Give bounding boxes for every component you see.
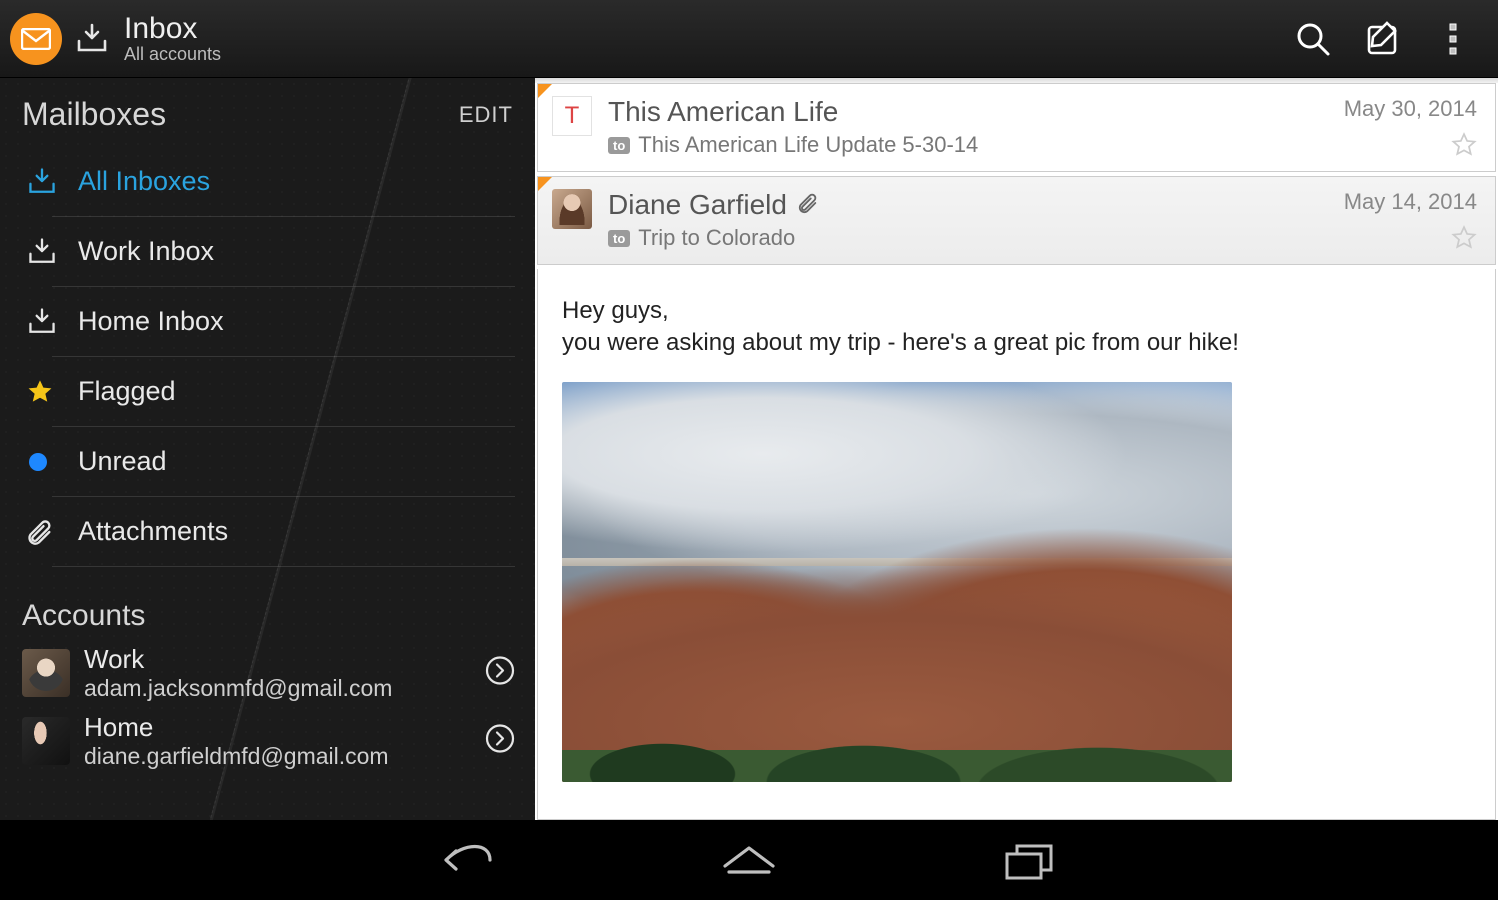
sidebar-item-home-inbox[interactable]: Home Inbox: [52, 287, 515, 357]
star-icon: [26, 378, 66, 406]
dot-icon: [26, 450, 66, 474]
attachment-icon: [797, 189, 819, 221]
message-subject: This American Life Update 5-30-14: [638, 132, 978, 158]
inbox-download-icon: [26, 236, 66, 268]
star-toggle[interactable]: [1451, 132, 1477, 163]
sidebar-item-label: Home Inbox: [78, 306, 224, 337]
account-name: Work: [84, 645, 392, 675]
account-email: diane.garfieldmfd@gmail.com: [84, 743, 389, 769]
sidebar-item-label: Unread: [78, 446, 167, 477]
app-logo-icon[interactable]: [10, 13, 62, 65]
back-icon: [434, 840, 504, 880]
inbox-download-icon: [26, 166, 66, 198]
search-button[interactable]: [1278, 4, 1348, 74]
landscape-photo-icon: [562, 382, 1232, 782]
account-email: adam.jacksonmfd@gmail.com: [84, 675, 392, 701]
attachment-image[interactable]: [562, 382, 1232, 782]
avatar: [22, 717, 70, 765]
compose-icon: [1363, 19, 1403, 59]
home-icon: [719, 840, 779, 880]
sidebar-item-label: All Inboxes: [78, 166, 210, 197]
avatar: [22, 649, 70, 697]
search-icon: [1294, 20, 1332, 58]
star-outline-icon: [1451, 225, 1477, 251]
sidebar-item-all-inboxes[interactable]: All Inboxes: [52, 147, 515, 217]
page-subtitle: All accounts: [124, 45, 221, 65]
compose-button[interactable]: [1348, 4, 1418, 74]
message-list-item[interactable]: T This American Life to This American Li…: [537, 83, 1496, 172]
sidebar-item-work-inbox[interactable]: Work Inbox: [52, 217, 515, 287]
star-toggle[interactable]: [1451, 225, 1477, 256]
android-back-button[interactable]: [429, 830, 509, 890]
sidebar-item-unread[interactable]: Unread: [52, 427, 515, 497]
page-title: Inbox: [124, 12, 221, 45]
paperclip-icon: [26, 518, 66, 546]
android-home-button[interactable]: [709, 830, 789, 890]
chevron-right-icon: [485, 656, 515, 691]
message-subject: Trip to Colorado: [638, 225, 795, 251]
android-recents-button[interactable]: [989, 830, 1069, 890]
unread-corner-icon: [538, 177, 552, 191]
to-badge: to: [608, 137, 630, 154]
android-nav-bar: [0, 820, 1498, 900]
message-body-line: you were asking about my trip - here's a…: [562, 329, 1239, 356]
sidebar-accounts-title: Accounts: [0, 567, 535, 639]
sidebar-item-label: Work Inbox: [78, 236, 214, 267]
message-sender: Diane Garfield: [608, 189, 787, 221]
edit-mailboxes-button[interactable]: EDIT: [459, 102, 513, 128]
sender-avatar: T: [552, 96, 592, 136]
sidebar-section-title: Mailboxes: [22, 96, 166, 133]
sidebar-item-attachments[interactable]: Attachments: [52, 497, 515, 567]
overflow-menu-icon: [1448, 22, 1458, 56]
message-date: May 14, 2014: [1344, 189, 1477, 215]
chevron-right-icon: [485, 724, 515, 759]
account-row-work[interactable]: Work adam.jacksonmfd@gmail.com: [0, 639, 535, 707]
message-sender: This American Life: [608, 96, 1334, 128]
account-row-home[interactable]: Home diane.garfieldmfd@gmail.com: [0, 707, 535, 775]
sidebar-item-label: Attachments: [78, 516, 228, 547]
star-outline-icon: [1451, 132, 1477, 158]
inbox-tray-icon[interactable]: [74, 21, 110, 57]
message-pane: T This American Life to This American Li…: [535, 78, 1498, 820]
sidebar-item-label: Flagged: [78, 376, 176, 407]
inbox-download-icon: [26, 306, 66, 338]
sidebar-item-flagged[interactable]: Flagged: [52, 357, 515, 427]
to-badge: to: [608, 230, 630, 247]
recents-icon: [1001, 840, 1057, 880]
unread-corner-icon: [538, 84, 552, 98]
sidebar: Mailboxes EDIT All Inboxes Work Inbox: [0, 78, 535, 820]
page-title-block[interactable]: Inbox All accounts: [124, 12, 221, 65]
message-body-line: Hey guys,: [562, 297, 669, 324]
message-body[interactable]: Hey guys, you were asking about my trip …: [537, 269, 1496, 820]
action-bar: Inbox All accounts: [0, 0, 1498, 78]
message-list-item[interactable]: Diane Garfield to Trip to Colorado May 1…: [537, 176, 1496, 265]
account-name: Home: [84, 713, 389, 743]
sender-avatar: [552, 189, 592, 229]
overflow-menu-button[interactable]: [1418, 4, 1488, 74]
message-date: May 30, 2014: [1344, 96, 1477, 122]
